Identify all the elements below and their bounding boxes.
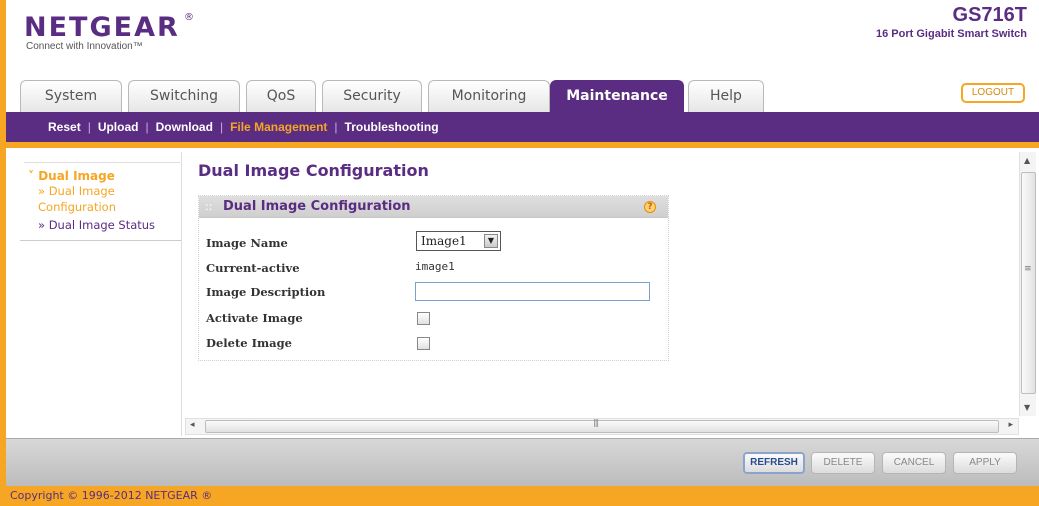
delete-image-label: Delete Image <box>206 336 292 350</box>
delete-button[interactable]: DELETE <box>811 452 875 474</box>
config-panel: :: Dual Image Configuration ? Image Name… <box>198 195 669 361</box>
model-name: GS716T <box>952 4 1027 26</box>
brand-tagline: Connect with Innovation™ <box>26 41 143 52</box>
subnav-separator: | <box>87 120 91 134</box>
subnav: Reset | Upload | Download | File Management | Tr… <box>48 120 439 134</box>
image-name-label: Image Name <box>206 236 288 250</box>
drag-handle-icon: :: <box>205 200 213 213</box>
help-icon[interactable]: ? <box>644 201 656 213</box>
logout-button[interactable]: LOGOUT <box>961 83 1025 103</box>
logo-registered-mark: ® <box>184 12 194 23</box>
vertical-scrollbar[interactable]: ▲ ≡ ▼ <box>1019 152 1036 416</box>
horizontal-scrollbar[interactable]: ◂ ||| ▸ <box>185 418 1019 435</box>
config-panel-header: :: Dual Image Configuration ? <box>199 196 668 218</box>
horizontal-scroll-thumb[interactable] <box>205 420 999 433</box>
activate-image-label: Activate Image <box>206 311 303 325</box>
tab-maintenance[interactable]: Maintenance <box>550 80 684 112</box>
scroll-down-icon[interactable]: ▼ <box>1024 403 1030 412</box>
current-active-label: Current-active <box>206 261 300 275</box>
subnav-separator: | <box>334 120 338 134</box>
image-name-select[interactable]: Image1 ▼ <box>416 231 501 251</box>
image-name-selected: Image1 <box>421 234 467 248</box>
tab-security[interactable]: Security <box>322 80 422 112</box>
activate-image-checkbox[interactable] <box>417 312 430 325</box>
tab-help[interactable]: Help <box>688 80 764 112</box>
tab-switching[interactable]: Switching <box>128 80 240 112</box>
netgear-logo: NETGEAR <box>24 12 180 43</box>
subnav-troubleshooting[interactable]: Troubleshooting <box>345 120 439 134</box>
leftnav-vertical-divider <box>181 152 182 436</box>
current-active-value: image1 <box>415 260 455 273</box>
left-navigation: ˅ Dual Image » Dual Image Configuration … <box>24 162 180 235</box>
scroll-left-icon[interactable]: ◂ <box>190 420 195 430</box>
subnav-download[interactable]: Download <box>156 120 213 134</box>
copyright-footer: Copyright © 1996-2012 NETGEAR ® <box>10 489 213 502</box>
scroll-up-icon[interactable]: ▲ <box>1024 156 1030 165</box>
subnav-separator: | <box>219 120 224 134</box>
dropdown-arrow-icon[interactable]: ▼ <box>484 234 498 248</box>
subnav-file-management[interactable]: File Management <box>230 120 327 134</box>
leftnav-group-label: Dual Image <box>38 169 115 183</box>
subnav-upload[interactable]: Upload <box>98 120 139 134</box>
refresh-button[interactable]: REFRESH <box>743 452 805 474</box>
tab-qos[interactable]: QoS <box>246 80 316 112</box>
scroll-right-icon[interactable]: ▸ <box>1008 420 1013 430</box>
subnav-reset[interactable]: Reset <box>48 120 81 134</box>
model-description: 16 Port Gigabit Smart Switch <box>876 28 1027 40</box>
image-description-label: Image Description <box>206 285 326 299</box>
subnav-separator: | <box>145 120 149 134</box>
scroll-grip-icon: ||| <box>593 418 599 427</box>
tab-system[interactable]: System <box>20 80 122 112</box>
delete-image-checkbox[interactable] <box>417 337 430 350</box>
vertical-scroll-thumb[interactable] <box>1021 172 1036 394</box>
scroll-grip-icon: ≡ <box>1024 264 1032 274</box>
cancel-button[interactable]: CANCEL <box>882 452 946 474</box>
leftnav-item-dual-image-configuration[interactable]: » Dual Image Configuration <box>38 183 176 215</box>
tab-monitoring[interactable]: Monitoring <box>428 80 550 112</box>
leftnav-item-dual-image-status[interactable]: » Dual Image Status <box>38 217 176 233</box>
image-description-input[interactable] <box>415 282 650 301</box>
config-panel-title: Dual Image Configuration <box>223 199 411 214</box>
page-title: Dual Image Configuration <box>198 161 429 180</box>
leftnav-group-dual-image[interactable]: ˅ Dual Image <box>28 169 176 183</box>
chevron-down-icon: ˅ <box>28 169 39 183</box>
apply-button[interactable]: APPLY <box>953 452 1017 474</box>
leftnav-divider <box>20 240 182 241</box>
